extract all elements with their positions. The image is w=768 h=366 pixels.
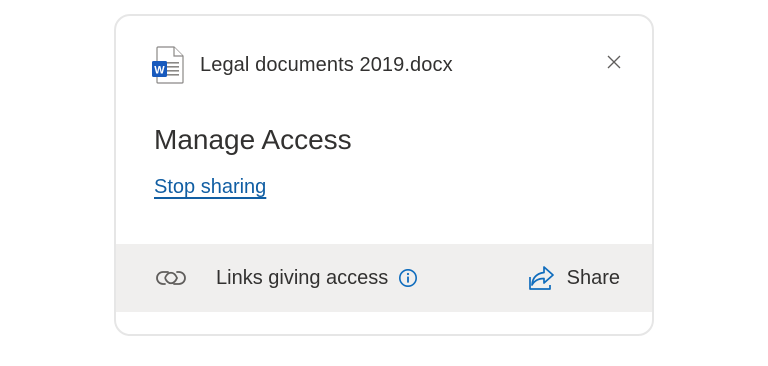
links-giving-access-label: Links giving access xyxy=(216,266,389,289)
close-button[interactable] xyxy=(604,52,624,72)
dialog-footer: Links giving access Share xyxy=(116,244,652,312)
stop-sharing-link[interactable]: Stop sharing xyxy=(154,176,266,199)
link-icon xyxy=(156,271,186,285)
share-icon xyxy=(528,266,554,290)
close-icon xyxy=(607,55,621,69)
word-document-icon: W xyxy=(152,46,186,84)
file-name: Legal documents 2019.docx xyxy=(200,53,453,76)
info-icon[interactable] xyxy=(398,268,418,288)
share-button[interactable]: Share xyxy=(527,244,620,312)
file-header: W Legal documents 2019.docx xyxy=(152,46,453,84)
word-badge-letter: W xyxy=(154,65,165,77)
manage-access-dialog: W Legal documents 2019.docx Manage Acces… xyxy=(114,14,654,336)
links-giving-access-button[interactable]: Links giving access xyxy=(154,244,418,312)
dialog-title: Manage Access xyxy=(154,124,352,155)
share-label: Share xyxy=(566,266,620,289)
